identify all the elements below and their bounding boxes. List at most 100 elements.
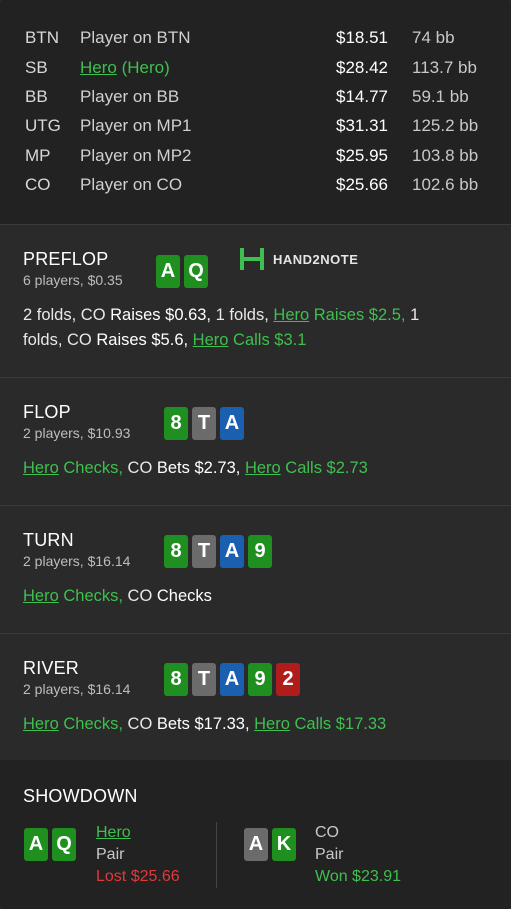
villain-name: CO (315, 824, 339, 841)
playing-card: T (192, 663, 216, 696)
playing-card: A (244, 828, 268, 861)
street-title: FLOP (23, 402, 71, 422)
action-text: 2 folds, CO (23, 306, 111, 324)
player-name: Hero (Hero) (80, 56, 170, 80)
hero-link[interactable]: Hero (273, 306, 309, 324)
street-title: RIVER (23, 658, 80, 678)
street-actions: Hero Checks, CO Checks (23, 584, 493, 609)
player-name: Player on MP2 (80, 146, 192, 165)
action-text: CO (122, 587, 157, 605)
action-text: Checks, (58, 715, 123, 733)
action-text: Bets $2.73, (156, 459, 241, 477)
hand2note-logo: HAND2NOTE (239, 246, 358, 272)
hero-link[interactable]: Hero (23, 715, 59, 733)
player-position: UTG (25, 116, 61, 135)
action-text: folds, CO (23, 331, 97, 349)
player-stack-bb: 125.2 bb (412, 116, 479, 135)
result-lost: Lost $25.66 (96, 868, 180, 885)
player-position: SB (25, 58, 48, 77)
action-text: Calls $2.73 (280, 459, 368, 477)
hero-link[interactable]: Hero (254, 715, 290, 733)
player-stack-bb: 74 bb (412, 28, 455, 47)
player-stack: $14.77 (336, 87, 388, 106)
action-text: 1 (405, 306, 420, 324)
hero-link[interactable]: Hero (23, 587, 59, 605)
player-stack-bb: 59.1 bb (412, 87, 469, 106)
playing-card: T (192, 535, 216, 568)
player-stack-bb: 102.6 bb (412, 175, 479, 194)
action-text: 1 folds, (211, 306, 274, 324)
players-table: BTN Player on BTN $18.51 74 bb SB Hero (… (0, 0, 511, 224)
hero-link[interactable]: Hero (80, 58, 117, 77)
board-cards: 8TA (164, 407, 244, 440)
hero-link[interactable]: Hero (193, 331, 229, 349)
playing-card: 8 (164, 407, 188, 440)
action-text: Raises $5.6, (96, 331, 189, 349)
playing-card: 9 (248, 535, 272, 568)
street-actions: Hero Checks, CO Bets $2.73, Hero Calls $… (23, 456, 493, 481)
hand2note-logo-icon (240, 248, 264, 270)
hand-history-panel: BTN Player on BTN $18.51 74 bb SB Hero (… (0, 0, 511, 909)
hole-cards: AQ (156, 255, 208, 288)
hero-link[interactable]: Hero (245, 459, 281, 477)
street-actions: 2 folds, CO Raises $0.63, 1 folds, Hero … (23, 303, 493, 353)
divider (216, 822, 217, 888)
player-row-co: CO Player on CO $25.66 102.6 bb (0, 173, 511, 197)
player-stack-bb: 113.7 bb (412, 58, 477, 77)
player-name: Player on BB (80, 87, 180, 106)
playing-card: A (220, 407, 244, 440)
player-row-sb: SB Hero (Hero) $28.42 113.7 bb (0, 56, 511, 80)
playing-card: K (272, 828, 296, 861)
action-text: Calls $17.33 (289, 715, 387, 733)
action-text: Raises $0.63, (110, 306, 212, 324)
result-won: Won $23.91 (315, 868, 401, 885)
playing-card: 8 (164, 663, 188, 696)
hero-link[interactable]: Hero (96, 822, 131, 843)
player-stack-bb: 103.8 bb (412, 146, 479, 165)
hero-name[interactable]: Hero (96, 824, 131, 841)
action-text: CO (122, 459, 157, 477)
player-position: MP (25, 146, 51, 165)
playing-card: T (192, 407, 216, 440)
action-text: CO (122, 715, 157, 733)
street-subtitle: 6 players, $0.35 (23, 272, 123, 288)
street-subtitle: 2 players, $16.14 (23, 681, 131, 697)
hand-rank: Pair (315, 846, 344, 863)
player-name: Player on BTN (80, 28, 191, 47)
action-text: Checks, (58, 587, 123, 605)
player-stack: $25.95 (336, 146, 388, 165)
playing-card: Q (184, 255, 208, 288)
playing-card: A (24, 828, 48, 861)
playing-card: Q (52, 828, 76, 861)
player-row-utg: UTG Player on MP1 $31.31 125.2 bb (0, 114, 511, 138)
board-cards: 8TA92 (164, 663, 300, 696)
hand-rank: Pair (96, 846, 125, 863)
street-subtitle: 2 players, $10.93 (23, 425, 131, 441)
hero-link[interactable]: Hero (23, 459, 59, 477)
playing-card: 8 (164, 535, 188, 568)
action-text: Calls $3.1 (228, 331, 307, 349)
street-title: PREFLOP (23, 249, 109, 269)
street-subtitle: 2 players, $16.14 (23, 553, 131, 569)
playing-card: 9 (248, 663, 272, 696)
playing-card: A (156, 255, 180, 288)
playing-card: 2 (276, 663, 300, 696)
street-flop (0, 377, 511, 505)
player-stack: $25.66 (336, 175, 388, 194)
action-text: Checks, (58, 459, 123, 477)
player-position: BTN (25, 28, 59, 47)
villain-showdown-cards: AK (244, 828, 296, 861)
playing-card: A (220, 663, 244, 696)
hero-showdown-cards: AQ (24, 828, 76, 861)
showdown-section: SHOWDOWN AQ Hero Pair Lost $25.66 AK CO … (0, 760, 511, 909)
player-row-bb: BB Player on BB $14.77 59.1 bb (0, 85, 511, 109)
player-position: CO (25, 175, 51, 194)
board-cards: 8TA9 (164, 535, 272, 568)
player-stack: $28.42 (336, 58, 388, 77)
player-name: Player on CO (80, 175, 183, 194)
showdown-title: SHOWDOWN (23, 786, 138, 806)
player-row-btn: BTN Player on BTN $18.51 74 bb (0, 26, 511, 50)
action-text: Checks (156, 587, 212, 605)
player-name: Player on MP1 (80, 116, 192, 135)
player-stack: $31.31 (336, 116, 388, 135)
